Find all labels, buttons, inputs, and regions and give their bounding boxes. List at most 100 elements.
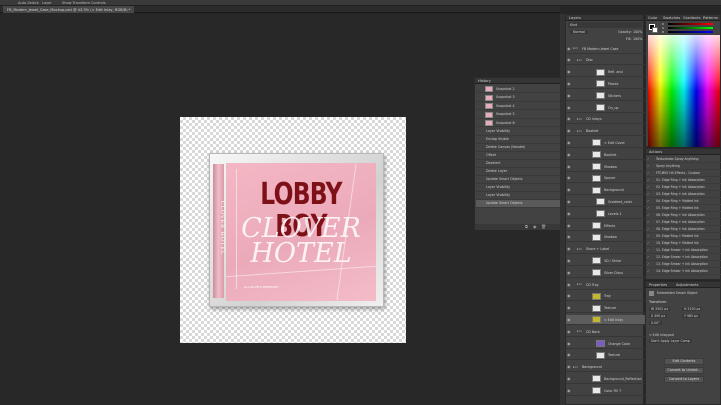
history-snapshot[interactable]: Snapshot 4: [476, 102, 561, 110]
history-step[interactable]: Deselect: [476, 160, 561, 168]
layer-row[interactable]: ◉ Levels 1: [566, 209, 645, 219]
action-item[interactable]: ✓ 08. Edge Ring + Ink Absorption: [646, 226, 721, 233]
action-toggle-check-icon[interactable]: ✓: [647, 199, 650, 203]
visibility-eye-icon[interactable]: ◉: [567, 129, 572, 133]
layer-row[interactable]: ◉ ▸▭ Disc: [566, 56, 645, 66]
action-toggle-check-icon[interactable]: ✓: [647, 206, 650, 210]
layer-row[interactable]: ◉ Color Fill 7: [566, 386, 645, 396]
layer-row[interactable]: ◉ < Edit Inlay: [566, 315, 645, 325]
action-item[interactable]: ✓ 13. Edge Smear + Ink Absorption: [646, 261, 721, 268]
swatches-tab[interactable]: Swatches: [663, 16, 680, 20]
document-tab[interactable]: FB_Modern_Jewel_Case_Mockup.psd @ 43.3% …: [3, 6, 135, 13]
action-toggle-check-icon[interactable]: ✓: [647, 192, 650, 196]
history-step[interactable]: Delete Layer: [476, 168, 561, 176]
visibility-eye-icon[interactable]: ◉: [567, 188, 572, 192]
color-panel[interactable]: Color Swatches Gradients Patterns R G B: [645, 14, 721, 147]
action-item[interactable]: ✓ Spray Anything: [646, 163, 721, 170]
visibility-eye-icon[interactable]: ◉: [567, 388, 572, 393]
layer-select[interactable]: Layer: [42, 1, 52, 5]
layer-row[interactable]: ◉ ▸▭ Background: [566, 363, 645, 373]
visibility-eye-icon[interactable]: ◉: [567, 317, 572, 322]
background-color-swatch[interactable]: [652, 27, 658, 33]
layer-row[interactable]: ◉ Gradient_color: [566, 197, 645, 207]
history-step[interactable]: Offset: [476, 152, 561, 160]
visibility-eye-icon[interactable]: ◉: [567, 211, 572, 216]
layer-filter-kind[interactable]: Kind: [570, 23, 577, 27]
action-toggle-check-icon[interactable]: ✓: [647, 171, 650, 175]
actions-panel[interactable]: Actions ✓ Texturelabs Spray Anything ✓ Spra…: [645, 148, 721, 280]
layer-row[interactable]: ◉ Booklet: [566, 150, 645, 160]
visibility-eye-icon[interactable]: ◉: [567, 199, 572, 204]
new-snapshot-icon[interactable]: ⧉: [525, 224, 528, 229]
camera-icon[interactable]: ◉: [533, 224, 537, 229]
show-transform-controls[interactable]: Show Transform Controls: [62, 1, 106, 5]
action-toggle-check-icon[interactable]: ✓: [647, 178, 650, 182]
visibility-eye-icon[interactable]: ◉: [567, 176, 572, 180]
layers-tab[interactable]: Layers: [569, 16, 581, 20]
layer-row[interactable]: ◉ Background_Reflection: [566, 374, 645, 384]
visibility-eye-icon[interactable]: ◉: [567, 93, 572, 98]
action-item[interactable]: ✓ 06. Edge Ring + Ink Absorption: [646, 212, 721, 219]
layer-row[interactable]: ◉ Background: [566, 186, 645, 196]
layer-row[interactable]: ◉ ▸▭ FB Modern Jewel Case: [566, 44, 645, 54]
layer-row[interactable]: ◉ Tray: [566, 292, 645, 302]
history-step[interactable]: Delete Canvas (Nondel): [476, 144, 561, 152]
layers-panel[interactable]: Layers Kind Normal Opacity: 100% Fill: 1…: [565, 14, 645, 405]
action-item[interactable]: ✓ 12. Edge Smear + Ink Absorption: [646, 254, 721, 261]
action-toggle-check-icon[interactable]: ✓: [647, 255, 650, 259]
action-toggle-check-icon[interactable]: ✓: [647, 234, 650, 238]
angle-field[interactable]: 0.00°: [649, 321, 662, 325]
properties-tab[interactable]: Properties: [649, 283, 667, 287]
layer-row[interactable]: ◉ On_up: [566, 103, 645, 113]
layer-row[interactable]: ◉ ▸▭ Shore + Label: [566, 245, 645, 255]
action-item[interactable]: ✓ 10. Edge Ring + Matted Ink: [646, 240, 721, 247]
visibility-eye-icon[interactable]: ◉: [567, 341, 572, 346]
visibility-eye-icon[interactable]: ◉: [567, 258, 572, 263]
visibility-eye-icon[interactable]: ◉: [567, 164, 572, 169]
auto-select-label[interactable]: Auto-Select:: [18, 1, 39, 5]
opacity-value[interactable]: 100%: [633, 30, 642, 34]
visibility-eye-icon[interactable]: ◉: [567, 353, 572, 357]
layer-row[interactable]: ◉ Silver Discs: [566, 268, 645, 278]
visibility-eye-icon[interactable]: ◉: [567, 270, 572, 275]
layer-row[interactable]: ◉ Refl. and: [566, 68, 645, 78]
blend-mode-select[interactable]: Normal: [570, 29, 588, 34]
y-field[interactable]: Y 985 px: [682, 314, 700, 318]
green-slider[interactable]: [668, 27, 713, 29]
document-canvas[interactable]: CLOVER HOTEL LOBBY BOY CLOVER HOTEL ALL …: [180, 117, 406, 343]
visibility-eye-icon[interactable]: ◉: [567, 235, 572, 239]
visibility-eye-icon[interactable]: ◉: [567, 365, 572, 369]
visibility-eye-icon[interactable]: ◉: [567, 294, 572, 298]
history-step[interactable]: Layer Visibility: [476, 192, 561, 200]
action-toggle-check-icon[interactable]: ✓: [647, 185, 650, 189]
action-item[interactable]: ✓ Texturelabs Spray Anything: [646, 156, 721, 163]
action-toggle-check-icon[interactable]: ✓: [647, 269, 650, 273]
history-step[interactable]: Update Smart Objects: [476, 199, 561, 208]
patterns-tab[interactable]: Patterns: [703, 16, 718, 20]
visibility-eye-icon[interactable]: ◉: [567, 70, 572, 74]
layer-comp-select[interactable]: Don't Apply Layer Comp: [649, 339, 692, 343]
action-item[interactable]: ✓ 11. Edge Smear + Ink Absorption: [646, 247, 721, 254]
history-panel[interactable]: History ⧉ ◉ 🗑 Snapshot 2 Snapshot 3 Snapsh…: [474, 77, 562, 230]
layer-row[interactable]: ◉ Effects: [566, 221, 645, 231]
actions-tab[interactable]: Actions: [649, 150, 662, 154]
action-item[interactable]: ✓ 03. Edge Ring + Ink Absorption: [646, 191, 721, 198]
color-spectrum[interactable]: [648, 35, 720, 147]
action-toggle-check-icon[interactable]: ✓: [647, 220, 650, 224]
blue-slider[interactable]: [668, 31, 713, 33]
layer-row[interactable]: ◉ 3D / Shine: [566, 256, 645, 266]
convert-to-linked-button[interactable]: Convert to Linked...: [664, 367, 704, 374]
adjustments-tab[interactable]: Adjustments: [676, 283, 699, 287]
action-toggle-check-icon[interactable]: ✓: [647, 262, 650, 266]
layer-row[interactable]: ◉ Change Color: [566, 339, 645, 349]
action-toggle-check-icon[interactable]: ✓: [647, 213, 650, 217]
visibility-eye-icon[interactable]: ◉: [567, 329, 572, 334]
history-tab[interactable]: History: [478, 79, 491, 83]
action-item[interactable]: ✓ FTCMKS HA Effects - Custom: [646, 170, 721, 177]
action-item[interactable]: ✓ 09. Edge Ring + Matted Ink: [646, 233, 721, 240]
x-field[interactable]: X 490 px: [649, 314, 668, 318]
color-tab[interactable]: Color: [648, 16, 657, 20]
visibility-eye-icon[interactable]: ◉: [567, 105, 572, 110]
action-item[interactable]: ✓ 02. Edge Ring + Ink Absorption: [646, 184, 721, 191]
action-item[interactable]: ✓ 05. Edge Ring + Matted Ink: [646, 205, 721, 212]
